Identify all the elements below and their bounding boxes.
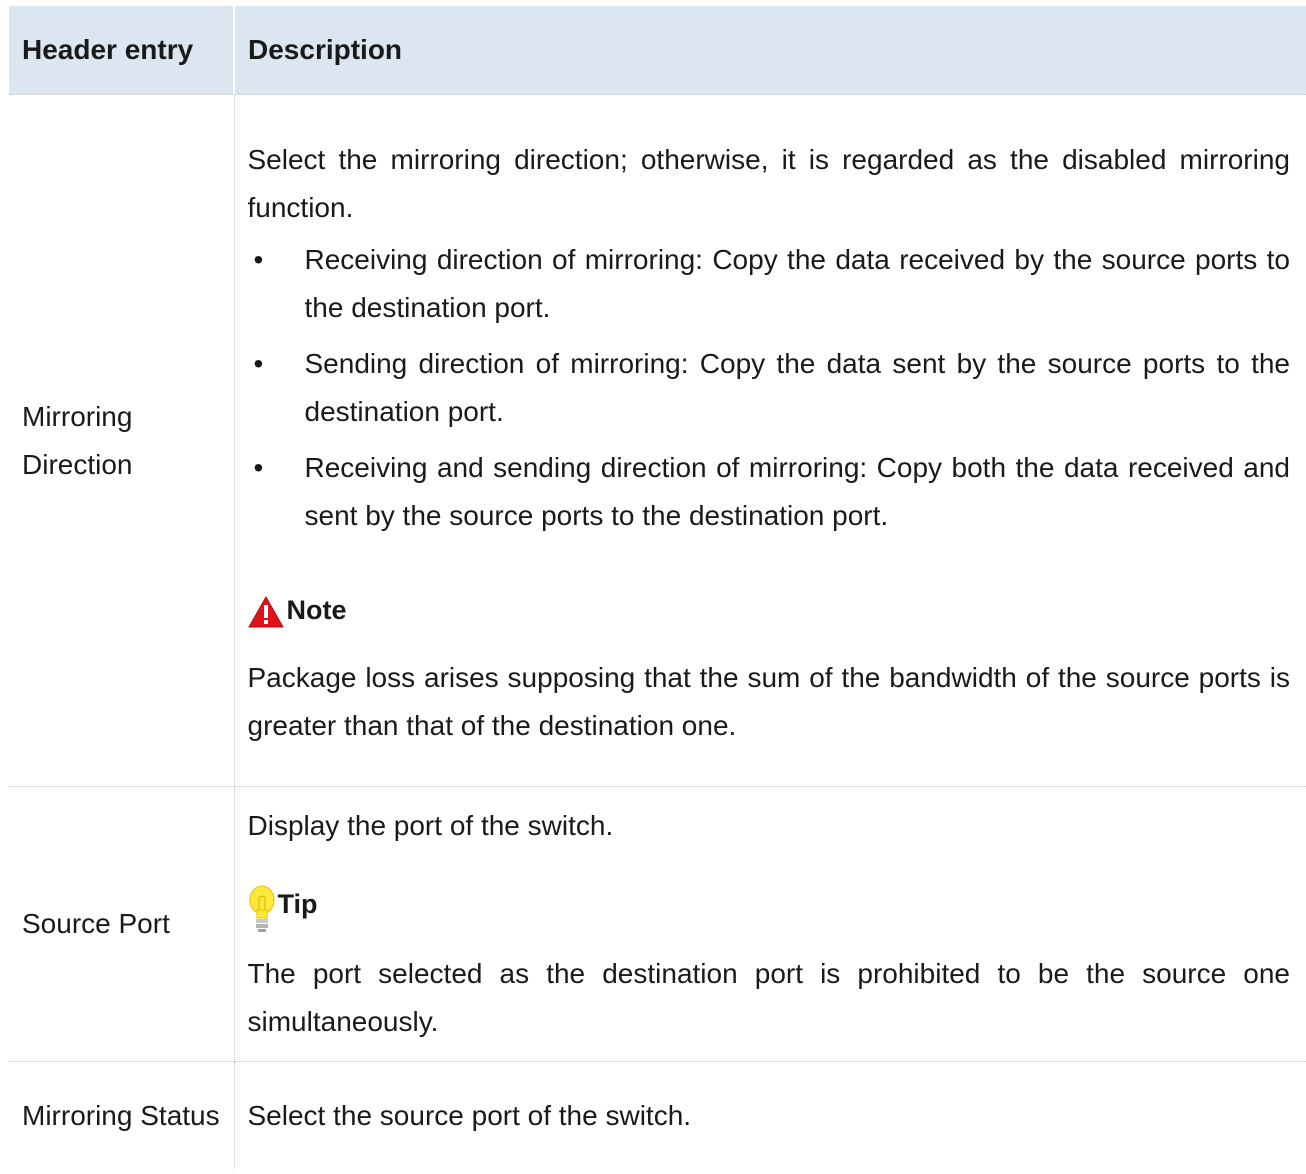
note-text: Package loss arises supposing that the s…: [247, 661, 1291, 741]
lightbulb-icon: [248, 884, 276, 936]
table-row: Source Port Display the port of the swit…: [9, 786, 1306, 1062]
tip-text: The port selected as the destination por…: [247, 958, 1291, 1037]
list-item: • Receiving and sending direction of mir…: [248, 444, 1291, 540]
note-heading: Note: [247, 586, 1291, 634]
option-receiving-sending: Receiving and sending direction of mirro…: [304, 451, 1291, 531]
warning-icon: [247, 595, 284, 628]
header-entry-column: Header entry: [9, 6, 234, 95]
mirroring-direction-options: • Receiving direction of mirroring: Copy…: [248, 236, 1291, 540]
tip-label: Tip: [277, 889, 318, 919]
description-source-port: Display the port of the switch. Tip The …: [233, 786, 1306, 1062]
mirroring-direction-intro: Select the mirroring direction; otherwis…: [247, 143, 1291, 223]
list-item: • Sending direction of mirroring: Copy t…: [248, 340, 1291, 436]
entry-mirroring-status: Mirroring Status: [9, 1061, 234, 1170]
entry-source-port: Source Port: [9, 786, 234, 1062]
bullet-symbol: •: [253, 243, 264, 275]
option-receiving: Receiving direction of mirroring: Copy t…: [304, 243, 1291, 323]
description-mirroring-direction: Select the mirroring direction; otherwis…: [233, 94, 1306, 787]
description-mirroring-status: Select the source port of the switch.: [233, 1061, 1306, 1170]
bullet-symbol: •: [253, 347, 264, 379]
parameter-table: Header entry Description Mirroring Direc…: [9, 6, 1306, 1170]
tip-heading: Tip: [248, 880, 1291, 936]
source-port-intro: Display the port of the switch.: [247, 810, 614, 841]
header-description-column: Description: [233, 6, 1306, 95]
table-row: Mirroring Direction Select the mirroring…: [9, 94, 1306, 787]
list-item: • Receiving direction of mirroring: Copy…: [248, 236, 1291, 332]
table-header-row: Header entry Description: [9, 6, 1306, 95]
note-label: Note: [286, 594, 347, 625]
bullet-symbol: •: [253, 451, 264, 483]
option-sending: Sending direction of mirroring: Copy the…: [304, 347, 1291, 427]
table-row: Mirroring Status Select the source port …: [9, 1061, 1306, 1170]
entry-mirroring-direction: Mirroring Direction: [9, 94, 234, 787]
